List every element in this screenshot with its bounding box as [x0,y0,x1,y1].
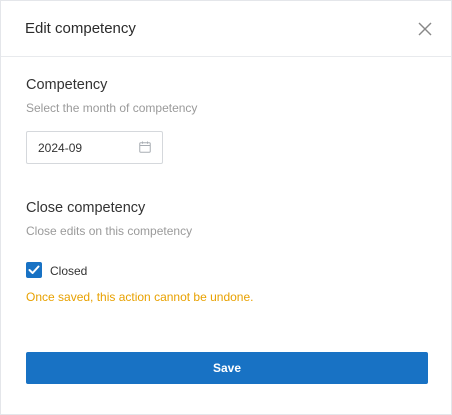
closed-checkbox[interactable] [26,262,42,278]
edit-competency-dialog: Edit competency Competency Select the mo… [0,0,452,415]
warning-message: Once saved, this action cannot be undone… [26,290,254,304]
close-button[interactable] [415,19,435,39]
save-button[interactable]: Save [26,352,428,384]
calendar-icon [139,141,151,153]
competency-description: Select the month of competency [26,101,198,115]
close-icon [418,22,432,36]
closed-checkbox-label: Closed [50,264,88,278]
checkmark-icon [28,265,40,274]
dialog-header: Edit competency [1,1,451,57]
close-competency-title: Close competency [26,200,146,216]
close-competency-description: Close edits on this competency [26,224,193,238]
month-value: 2024-09 [38,141,83,155]
month-picker-input[interactable]: 2024-09 [26,131,163,164]
dialog-title: Edit competency [25,20,136,37]
competency-title: Competency [26,77,108,93]
